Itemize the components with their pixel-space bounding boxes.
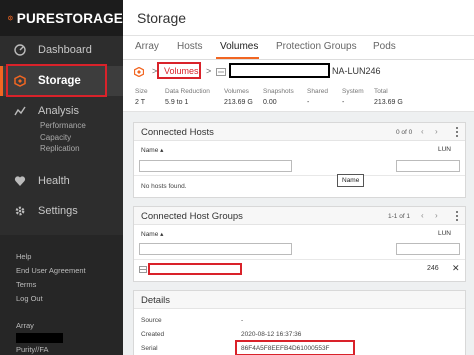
connected-hosts-columns: Name ▴ LUN — [134, 141, 465, 155]
connected-hosts-header: Connected Hosts 0 of 0 ‹ › — [134, 123, 465, 141]
tab-bar: Array Hosts Volumes Protection Groups Po… — [123, 36, 474, 60]
help-link[interactable]: Help — [16, 250, 86, 264]
details-title: Details — [141, 295, 171, 306]
gear-icon — [15, 206, 25, 216]
end-user-agreement-link[interactable]: End User Agreement — [16, 264, 86, 278]
chevron-left-icon[interactable]: ‹ — [421, 211, 424, 220]
column-header-lun[interactable]: LUN — [438, 146, 451, 153]
health-icon — [14, 176, 26, 186]
nav-health-label: Health — [38, 175, 70, 187]
subnav-replication[interactable]: Replication — [40, 143, 86, 155]
column-header-lun[interactable]: LUN — [438, 230, 451, 237]
name-filter-input[interactable] — [139, 243, 292, 255]
terms-link[interactable]: Terms — [16, 278, 86, 292]
lun-filter-input[interactable] — [396, 243, 460, 255]
main-content: Storage Array Hosts Volumes Protection G… — [123, 0, 474, 355]
breadcrumb: > Volumes > NA-LUN246 — [123, 60, 474, 84]
storage-highlight-box — [6, 64, 107, 97]
sort-up-icon: ▴ — [160, 231, 164, 238]
stat-size: Size 2 T — [135, 88, 148, 106]
lun-filter-input[interactable] — [396, 160, 460, 172]
redacted-host-group-name — [148, 263, 242, 275]
volume-icon — [216, 68, 226, 76]
sort-up-icon: ▴ — [160, 147, 164, 154]
purity-label: Purity//FA — [16, 345, 49, 354]
name-filter-input[interactable] — [139, 160, 292, 172]
analysis-icon — [14, 106, 26, 116]
connected-hosts-pager: 0 of 0 — [396, 129, 413, 136]
connected-host-groups-panel: Connected Host Groups 1-1 of 1 ‹ › Name … — [133, 206, 466, 282]
nav-analysis[interactable]: Analysis — [0, 104, 123, 118]
array-label: Array — [16, 321, 34, 330]
connected-hosts-title: Connected Hosts — [141, 127, 214, 138]
stat-total: Total 213.69 G — [374, 88, 403, 106]
analysis-subnav: Performance Capacity Replication — [40, 120, 86, 155]
connected-host-groups-pager: 1-1 of 1 — [388, 213, 411, 220]
storage-crumb-icon[interactable] — [134, 67, 144, 77]
stat-volumes: Volumes 213.69 G — [224, 88, 253, 106]
pure-storage-logo-icon — [8, 15, 13, 21]
active-tab-indicator — [216, 57, 259, 59]
connected-host-groups-title: Connected Host Groups — [141, 211, 243, 222]
nav-dashboard-label: Dashboard — [38, 44, 92, 56]
divider — [134, 175, 465, 176]
logout-link[interactable]: Log Out — [16, 292, 86, 306]
logo[interactable]: PURESTORAGE — [0, 0, 123, 36]
nav-dashboard[interactable]: Dashboard — [0, 42, 123, 58]
chevron-right-icon[interactable]: › — [435, 211, 438, 220]
more-options-icon[interactable] — [453, 125, 461, 139]
name-tooltip: Name — [337, 174, 365, 187]
tab-protection-groups[interactable]: Protection Groups — [276, 41, 357, 52]
redacted-volume-name — [229, 63, 330, 78]
details-panel: Details Source - Created 2020-08-12 16:3… — [133, 290, 466, 355]
row-lun-value: 246 — [427, 265, 439, 272]
volumes-highlight-box — [157, 62, 201, 79]
detail-value-created: 2020-08-12 16:37:36 — [241, 331, 302, 338]
connected-host-groups-header: Connected Host Groups 1-1 of 1 ‹ › — [134, 207, 465, 225]
redacted-array-name — [16, 333, 63, 343]
column-header-name[interactable]: Name ▴ — [141, 230, 163, 238]
stat-system: System - — [342, 88, 364, 106]
column-header-name[interactable]: Name ▴ — [141, 146, 163, 154]
dashboard-icon — [14, 44, 26, 56]
nav-settings-label: Settings — [38, 205, 78, 217]
connected-host-groups-columns: Name ▴ LUN — [134, 225, 465, 239]
sidebar: PURESTORAGE Dashboard Storage Analysis P… — [0, 0, 123, 355]
subnav-capacity[interactable]: Capacity — [40, 132, 86, 144]
chevron-left-icon[interactable]: ‹ — [421, 127, 424, 136]
more-options-icon[interactable] — [453, 209, 461, 223]
breadcrumb-separator: > — [206, 66, 212, 76]
detail-label-serial: Serial — [141, 345, 158, 352]
no-hosts-message: No hosts found. — [141, 183, 187, 190]
top-bar: Storage — [123, 0, 474, 36]
table-row[interactable]: 246 ✕ — [134, 260, 465, 280]
tab-hosts[interactable]: Hosts — [177, 41, 203, 52]
tab-volumes[interactable]: Volumes — [220, 41, 258, 52]
nav-settings[interactable]: Settings — [0, 204, 123, 218]
detail-label-source: Source — [141, 317, 162, 324]
tab-pods[interactable]: Pods — [373, 41, 396, 52]
stat-snapshots: Snapshots 0.00 — [263, 88, 294, 106]
host-group-icon — [139, 266, 147, 273]
serial-highlight-box — [235, 340, 355, 355]
subnav-performance[interactable]: Performance — [40, 120, 86, 132]
stat-shared: Shared - — [307, 88, 328, 106]
page-title: Storage — [137, 9, 187, 26]
footer-links: Help End User Agreement Terms Log Out — [16, 250, 86, 306]
logo-text: PURESTORAGE — [16, 10, 123, 26]
connected-hosts-panel: Connected Hosts 0 of 0 ‹ › Name ▴ LUN No… — [133, 122, 466, 198]
volume-stats: Size 2 T Data Reduction 5.9 to 1 Volumes 21… — [123, 84, 474, 112]
stat-data-reduction: Data Reduction 5.9 to 1 — [165, 88, 210, 106]
detail-value-source: - — [241, 317, 244, 324]
close-icon[interactable]: ✕ — [452, 263, 460, 274]
details-header: Details — [134, 291, 465, 309]
volume-name: NA-LUN246 — [332, 66, 381, 76]
tab-array[interactable]: Array — [135, 41, 159, 52]
nav-health[interactable]: Health — [0, 174, 123, 188]
nav-analysis-label: Analysis — [38, 105, 79, 117]
detail-label-created: Created — [141, 331, 165, 338]
chevron-right-icon[interactable]: › — [435, 127, 438, 136]
